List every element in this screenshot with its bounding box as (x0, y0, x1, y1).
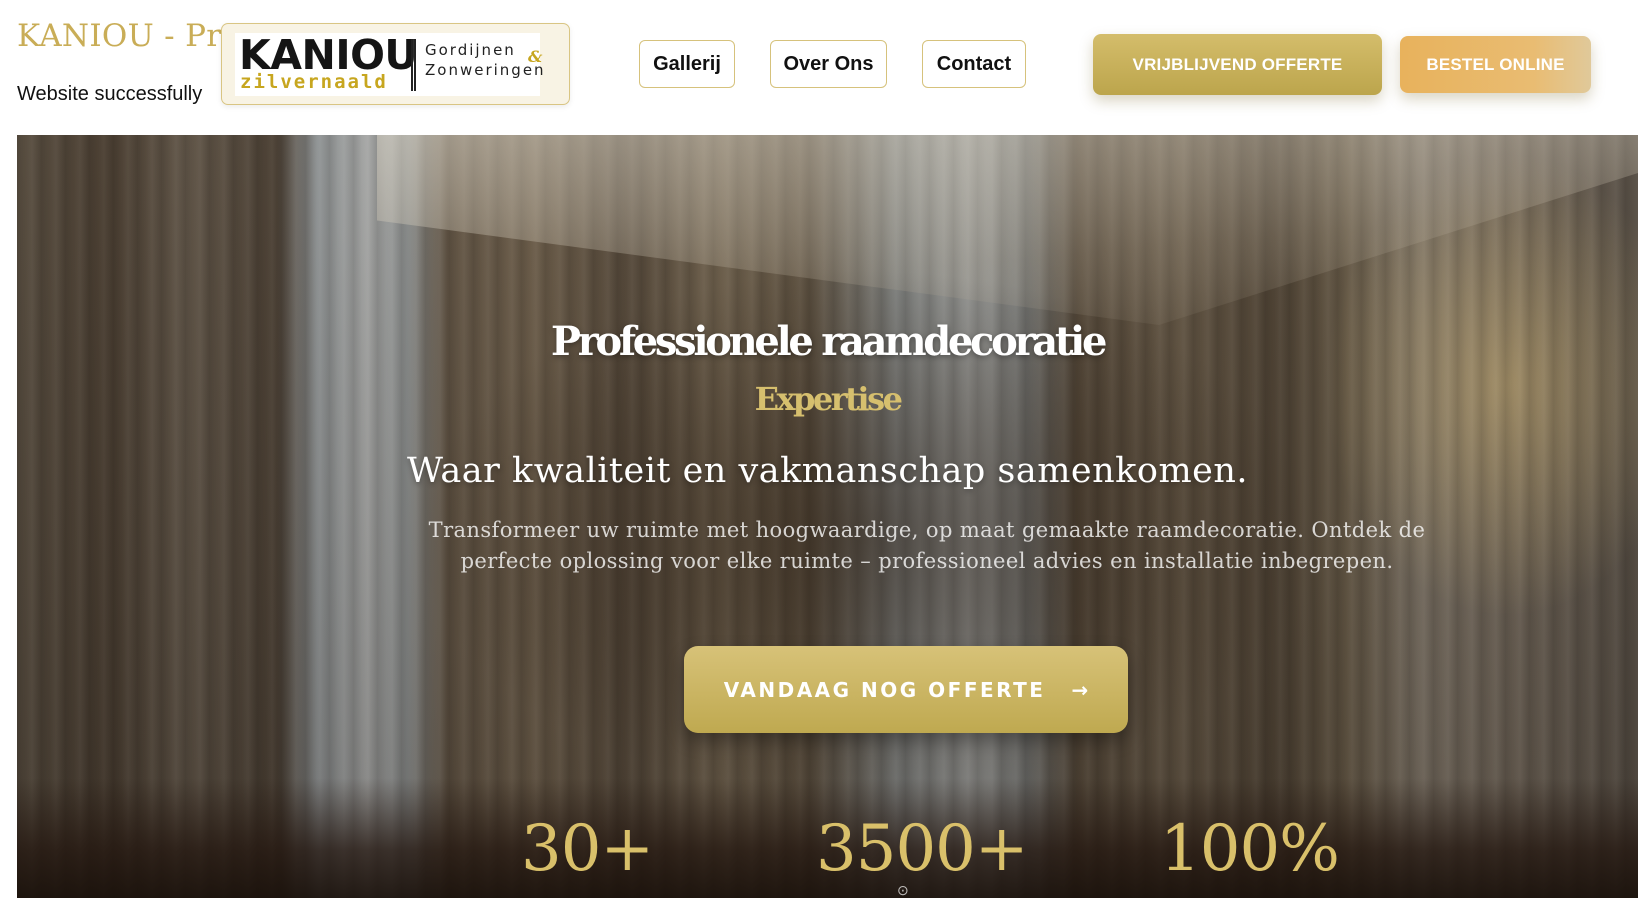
vandaag-nog-offerte-button[interactable]: VANDAAG NOG OFFERTE → (684, 646, 1128, 733)
hero-section: Professionele raamdecoratie Expertise Wa… (17, 135, 1638, 898)
logo-main-text: KANIOU (239, 31, 418, 79)
hero-title: Professionele raamdecoratie (550, 318, 1108, 365)
nav-gallerij-button[interactable]: Gallerij (639, 40, 735, 88)
stat-years: 30+ (521, 812, 654, 886)
hero-tagline: Waar kwaliteit en vakmanschap samenkomen… (406, 451, 1249, 491)
vrijblijvend-offerte-button[interactable]: VRIJBLIJVEND OFFERTE (1093, 34, 1382, 95)
stat-satisfaction: 100% (1160, 812, 1340, 886)
status-text: Website successfully (17, 83, 203, 105)
nav-over-ons-button[interactable]: Over Ons (770, 40, 887, 88)
logo-divider (411, 39, 416, 91)
bestel-online-button[interactable]: BESTEL ONLINE (1400, 36, 1591, 93)
scroll-indicator-icon: ⊙ (897, 882, 909, 898)
hero-cta-label: VANDAAG NOG OFFERTE (723, 677, 1046, 702)
stat-projects: 3500+ (816, 812, 1028, 886)
kaniou-logo[interactable]: KANIOU zilvernaald Gordijnen Zonweringen… (221, 23, 570, 105)
hero-description: Transformeer uw ruimte met hoogwaardige,… (428, 518, 1426, 573)
logo-inner: KANIOU zilvernaald Gordijnen Zonweringen… (235, 31, 544, 96)
nav-contact-button[interactable]: Contact (922, 40, 1026, 88)
logo-gordijnen-text: Gordijnen (425, 41, 516, 59)
hero-subtitle: Expertise (754, 380, 903, 418)
logo-sub-text: zilvernaald (240, 71, 388, 93)
arrow-right-icon: → (1071, 677, 1089, 702)
logo-ampersand: & (528, 47, 543, 66)
